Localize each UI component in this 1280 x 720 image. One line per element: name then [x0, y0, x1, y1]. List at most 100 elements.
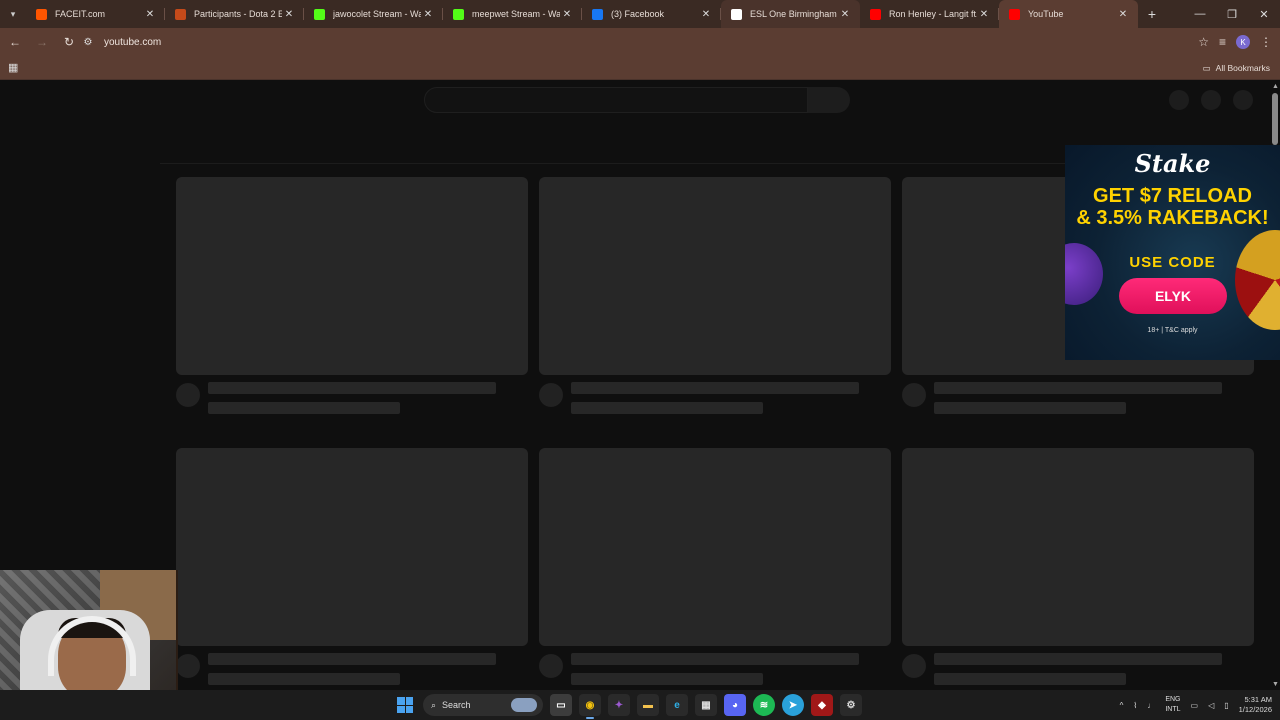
language-code: ENG: [1165, 696, 1181, 703]
tab-close-icon[interactable]: ✕: [838, 9, 852, 20]
video-card-placeholder[interactable]: [176, 448, 528, 685]
close-window-icon[interactable]: ✕: [1248, 0, 1280, 28]
menu-kebab-icon[interactable]: ⋮: [1260, 35, 1272, 49]
title-placeholder: [571, 653, 859, 665]
tab-strip: FACEIT.com✕Participants - Dota 2 ESL✕jaw…: [26, 0, 1138, 28]
battery-icon[interactable]: ▯: [1224, 701, 1228, 710]
media-controls-icon[interactable]: ≡: [1219, 35, 1226, 49]
scrollbar-thumb[interactable]: [1272, 93, 1278, 145]
bookmarks-bar: ▦ ▭ All Bookmarks: [0, 56, 1280, 80]
system-tray: ^ ⌇ ♩ ENG INTL ▭ ◁ ▯ 5:31 AM 1/12/2026: [1120, 690, 1272, 720]
tab-title: meepwet Stream - Watch: [472, 9, 560, 19]
tab-close-icon[interactable]: ✕: [977, 9, 991, 20]
minimize-icon[interactable]: —: [1184, 0, 1216, 28]
language-indicator[interactable]: ENG INTL: [1165, 695, 1180, 715]
tab-7[interactable]: Ron Henley - Langit ft. Be✕: [860, 0, 999, 28]
tab-title: ESL One Birmingham 202: [750, 9, 838, 19]
tab-close-icon[interactable]: ✕: [699, 9, 713, 20]
channel-avatar-placeholder: [176, 654, 200, 678]
scroll-down-icon[interactable]: ▼: [1272, 681, 1279, 688]
tab-4[interactable]: meepwet Stream - Watch✕: [443, 0, 582, 28]
taskbar-search[interactable]: ⌕ Search: [423, 694, 543, 716]
folder-icon: ▭: [1202, 62, 1211, 73]
video-card-placeholder[interactable]: [539, 448, 891, 685]
ad-terms: 18+ | T&C apply: [1147, 327, 1198, 334]
esl-icon: [731, 8, 742, 20]
scroll-up-icon[interactable]: ▲: [1272, 83, 1279, 90]
network-icon[interactable]: ⌇: [1133, 701, 1137, 710]
tab-close-icon[interactable]: ✕: [421, 9, 435, 20]
tab-2[interactable]: Participants - Dota 2 ESL✕: [165, 0, 304, 28]
forward-arrow-icon[interactable]: →: [30, 30, 54, 54]
channel-avatar-placeholder: [539, 383, 563, 407]
chrome-icon[interactable]: ◉: [579, 694, 601, 719]
store-icon[interactable]: ▦: [695, 694, 717, 716]
site-info-icon[interactable]: ⚙: [80, 37, 96, 48]
toolbar-right: ☆ ≡ K ⋮: [1198, 28, 1272, 56]
address-bar[interactable]: ⚙ youtube.com: [80, 31, 1200, 53]
tab-close-icon[interactable]: ✕: [1116, 9, 1130, 20]
telegram-icon[interactable]: ➤: [782, 694, 804, 716]
search-icon: ⌕: [431, 699, 437, 710]
edge-icon[interactable]: e: [666, 694, 688, 716]
discord-icon[interactable]: ◕: [724, 694, 746, 716]
header-icon-placeholder[interactable]: [1201, 90, 1221, 110]
dota-icon[interactable]: ◆: [811, 694, 833, 716]
display-icon[interactable]: ▭: [1191, 701, 1199, 710]
stake-ad-overlay[interactable]: Stake GET $7 RELOAD & 3.5% RAKEBACK! USE…: [1065, 145, 1280, 360]
search-highlight-graphic: [511, 698, 537, 712]
video-card-placeholder[interactable]: [902, 448, 1254, 685]
subtitle-placeholder: [208, 402, 400, 414]
header-icon-placeholder[interactable]: [1169, 90, 1189, 110]
tab-search-chevron-icon[interactable]: ▾: [0, 0, 26, 28]
new-tab-button[interactable]: +: [1138, 6, 1166, 22]
subtitle-placeholder: [934, 402, 1126, 414]
tab-5[interactable]: (3) Facebook ✕: [582, 0, 721, 28]
tray-chevron-icon[interactable]: ^: [1120, 701, 1124, 710]
title-placeholder: [571, 382, 859, 394]
all-bookmarks-button[interactable]: ▭ All Bookmarks: [1203, 56, 1270, 80]
promo-code-button[interactable]: ELYK: [1119, 278, 1227, 314]
tab-1[interactable]: FACEIT.com ✕: [26, 0, 165, 28]
tab-3[interactable]: jawocolet Stream - Watch✕: [304, 0, 443, 28]
thumbnail-placeholder: [902, 448, 1254, 646]
tab-close-icon[interactable]: ✕: [282, 9, 296, 20]
windows-start-icon[interactable]: [394, 694, 416, 716]
keyboard-layout: INTL: [1165, 706, 1181, 713]
browser-toolbar: ← → ↻ ⚙ youtube.com ☆ ≡ K ⋮: [0, 28, 1280, 56]
volume-icon[interactable]: ◁: [1208, 701, 1214, 710]
thumbnail-placeholder: [539, 448, 891, 646]
stake-logo: Stake: [1134, 149, 1211, 178]
ad-headline: GET $7 RELOAD & 3.5% RAKEBACK!: [1065, 185, 1280, 229]
microphone-icon[interactable]: ♩: [1147, 701, 1155, 710]
file-explorer-icon[interactable]: ▬: [637, 694, 659, 716]
video-card-placeholder[interactable]: [539, 177, 891, 414]
task-view-icon[interactable]: ▭: [550, 694, 572, 716]
spotify-icon[interactable]: ≋: [753, 694, 775, 716]
tab-8[interactable]: YouTube ✕: [999, 0, 1138, 28]
clock[interactable]: 5:31 AM 1/12/2026: [1239, 695, 1272, 715]
tab-close-icon[interactable]: ✕: [560, 9, 574, 20]
channel-avatar-placeholder: [902, 383, 926, 407]
reload-icon[interactable]: ↻: [57, 30, 81, 54]
title-placeholder: [934, 653, 1222, 665]
taskbar-apps: ⌕ Search ▭ ◉ ✦ ▬ e ▦ ◕ ≋ ➤ ◆ ⚙: [394, 690, 862, 720]
apps-grid-icon[interactable]: ▦: [8, 61, 18, 74]
facebook-icon: [592, 8, 603, 20]
search-box-placeholder[interactable]: [424, 87, 808, 113]
channel-avatar-placeholder: [176, 383, 200, 407]
video-card-placeholder[interactable]: [176, 177, 528, 414]
address-text: youtube.com: [104, 36, 162, 48]
copilot-icon[interactable]: ✦: [608, 694, 630, 716]
settings-gear-icon[interactable]: ⚙: [840, 694, 862, 716]
subtitle-placeholder: [571, 673, 763, 685]
back-arrow-icon[interactable]: ←: [3, 30, 27, 54]
restore-icon[interactable]: ❐: [1216, 0, 1248, 28]
bookmark-star-icon[interactable]: ☆: [1198, 35, 1209, 49]
taskbar-search-label: Search: [442, 700, 471, 710]
tab-close-icon[interactable]: ✕: [143, 9, 157, 20]
profile-avatar[interactable]: K: [1236, 35, 1250, 49]
tab-6[interactable]: ESL One Birmingham 202✕: [721, 0, 860, 28]
search-button-placeholder[interactable]: [808, 87, 850, 113]
header-icon-placeholder[interactable]: [1233, 90, 1253, 110]
